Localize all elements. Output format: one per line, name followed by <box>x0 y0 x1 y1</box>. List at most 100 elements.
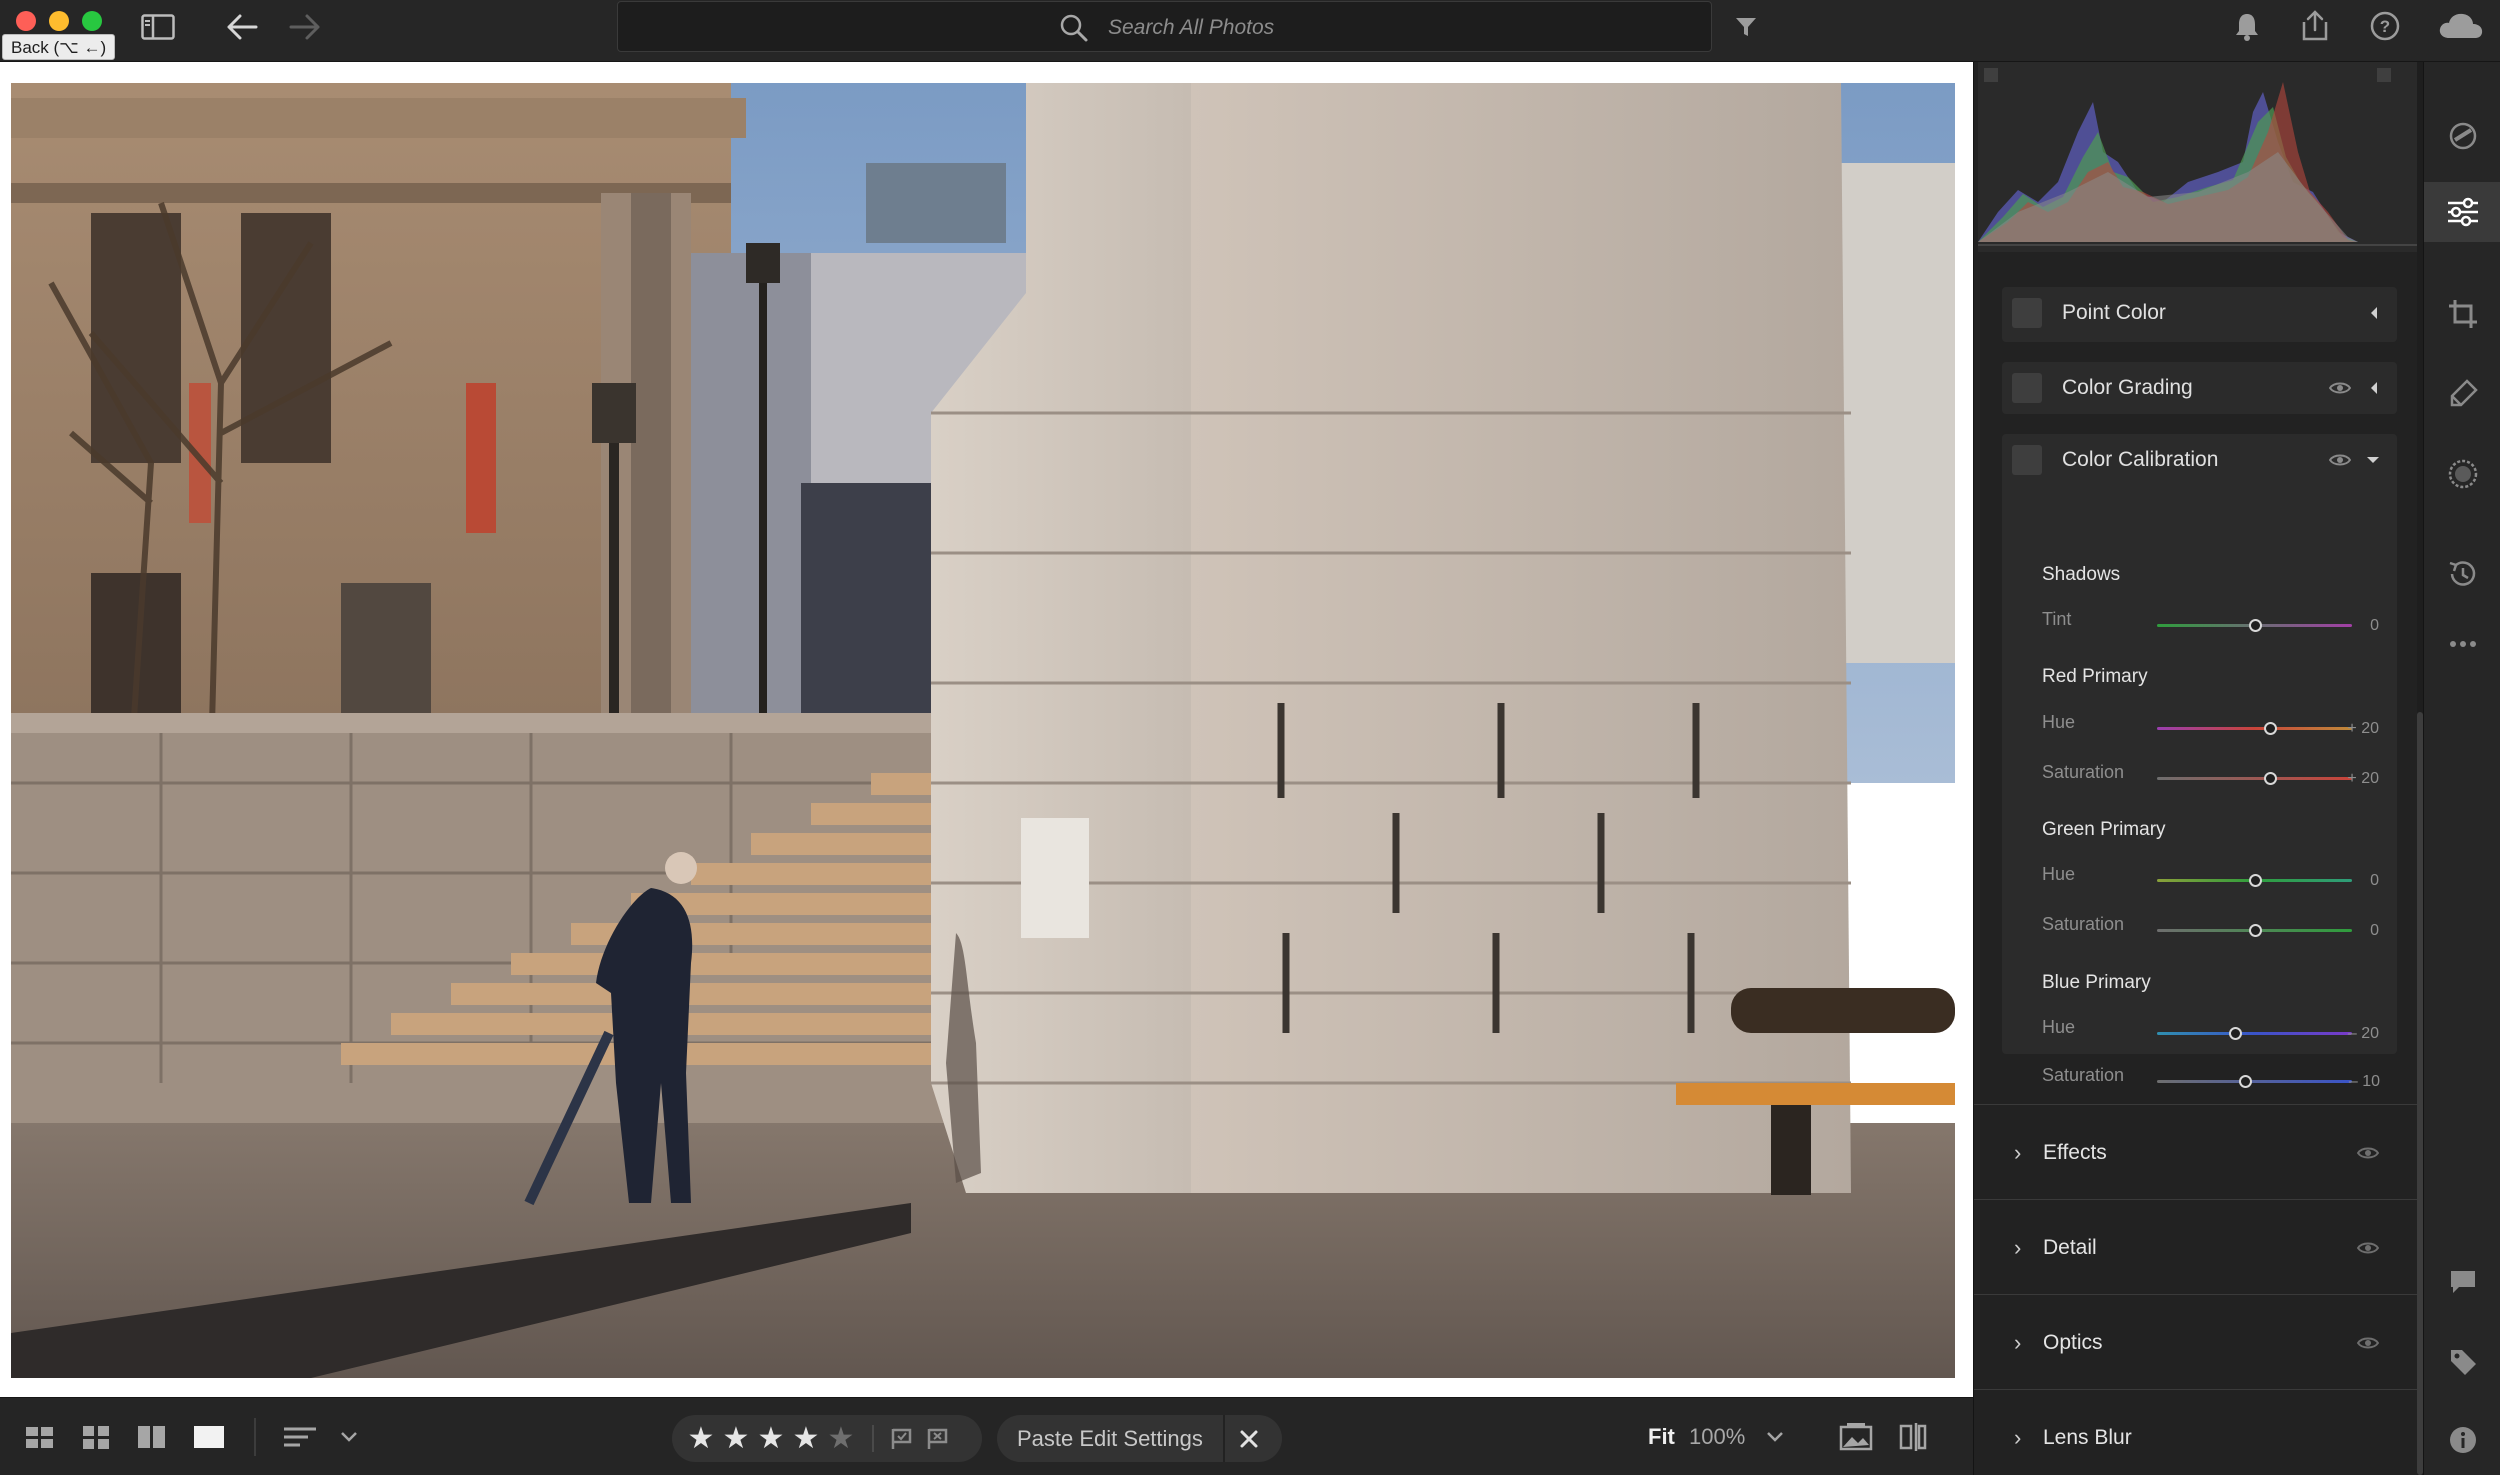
forward-arrow-icon[interactable] <box>287 10 323 44</box>
lens-blur-title: Lens Blur <box>2043 1426 2132 1449</box>
slider-knob[interactable] <box>2264 772 2278 785</box>
green-saturation-slider[interactable] <box>2157 924 2352 937</box>
fit-zoom-option[interactable]: Fit <box>1648 1398 1675 1475</box>
split-view-icon[interactable] <box>1896 1420 1930 1454</box>
zoom-chevron-down-icon[interactable] <box>1762 1426 1788 1448</box>
eye-icon[interactable] <box>2356 1143 2380 1163</box>
histogram <box>1978 62 2423 252</box>
point-color-title: Point Color <box>2062 301 2166 324</box>
point-color-section[interactable]: Point Color <box>2002 287 2397 342</box>
chevron-down-icon[interactable] <box>336 1426 362 1448</box>
red-saturation-slider[interactable] <box>2157 772 2352 785</box>
info-icon[interactable] <box>2424 1410 2500 1470</box>
eye-icon[interactable] <box>2328 450 2352 470</box>
optics-section[interactable]: › Optics <box>1974 1294 2419 1389</box>
rating-star-1[interactable]: ★ <box>686 1415 716 1462</box>
detail-section[interactable]: › Detail <box>1974 1199 2419 1294</box>
zoom-window-button[interactable] <box>82 11 102 31</box>
red-saturation-value: + 20 <box>2347 770 2379 787</box>
rating-star-5[interactable]: ★ <box>826 1415 856 1462</box>
pick-flag-icon[interactable] <box>888 1425 916 1453</box>
green-hue-label: Hue <box>2042 864 2076 884</box>
sidebar-toggle-icon[interactable] <box>140 12 176 42</box>
history-icon[interactable] <box>2424 544 2500 604</box>
rating-star-3[interactable]: ★ <box>756 1415 786 1462</box>
back-arrow-icon[interactable] <box>224 10 260 44</box>
color-calibration-header[interactable]: Color Calibration <box>2002 434 2397 486</box>
more-icon[interactable] <box>2424 614 2500 674</box>
shadows-tint-value: 0 <box>2370 617 2379 634</box>
zoom-percentage[interactable]: 100% <box>1689 1398 1745 1475</box>
edit-sliders-icon[interactable] <box>2424 182 2500 242</box>
color-calibration-icon <box>2012 445 2042 475</box>
red-hue-label: Hue <box>2042 712 2076 732</box>
minimize-window-button[interactable] <box>49 11 69 31</box>
paste-edit-settings-button[interactable]: Paste Edit Settings <box>1017 1415 1203 1462</box>
caret-left-icon[interactable] <box>2366 380 2382 396</box>
green-saturation-label: Saturation <box>2042 914 2125 934</box>
effects-section[interactable]: › Effects <box>1974 1104 2419 1199</box>
shadows-tint-slider[interactable] <box>2157 619 2352 632</box>
rating-star-2[interactable]: ★ <box>721 1415 751 1462</box>
photo-canvas <box>0 62 1973 1397</box>
comment-icon[interactable] <box>2424 1252 2500 1312</box>
eye-icon[interactable] <box>2328 378 2352 398</box>
close-icon[interactable] <box>1233 1425 1265 1453</box>
top-toolbar: Back (⌥ ←) Search All Photos ? <box>0 0 2500 62</box>
paste-edit-settings-pill: Paste Edit Settings <box>997 1415 1282 1462</box>
detail-view-icon[interactable] <box>192 1424 226 1450</box>
green-saturation-value: 0 <box>2370 922 2379 939</box>
tool-strip <box>2423 62 2500 1475</box>
chevron-right-icon: › <box>2014 1425 2022 1450</box>
slider-knob[interactable] <box>2238 1075 2252 1088</box>
reject-flag-icon[interactable] <box>924 1425 952 1453</box>
eye-icon[interactable] <box>2356 1333 2380 1353</box>
lens-blur-section[interactable]: › Lens Blur <box>1974 1389 2419 1475</box>
eye-icon[interactable] <box>2356 1238 2380 1258</box>
caret-down-icon[interactable] <box>2364 452 2382 468</box>
color-grading-header[interactable]: Color Grading <box>2002 362 2397 414</box>
blue-saturation-slider[interactable] <box>2157 1075 2352 1088</box>
presets-icon[interactable] <box>2424 106 2500 166</box>
cloud-icon[interactable] <box>2436 10 2486 42</box>
edit-panel: Point Color Color Grading Color Calibrat… <box>1973 62 2423 1475</box>
blue-hue-slider[interactable] <box>2157 1027 2352 1040</box>
detail-title: Detail <box>2043 1236 2097 1259</box>
search-icon <box>1058 12 1090 44</box>
edited-photo[interactable] <box>11 83 1955 1378</box>
square-grid-view-icon[interactable] <box>80 1424 112 1450</box>
share-icon[interactable] <box>2298 8 2332 44</box>
slider-knob[interactable] <box>2248 619 2262 632</box>
rating-star-4[interactable]: ★ <box>791 1415 821 1462</box>
crop-icon[interactable] <box>2424 284 2500 344</box>
photo-grid-view-icon[interactable] <box>24 1424 56 1450</box>
sort-icon[interactable] <box>280 1422 320 1452</box>
slider-knob[interactable] <box>2248 874 2262 887</box>
close-window-button[interactable] <box>16 11 36 31</box>
caret-left-icon[interactable] <box>2366 305 2382 321</box>
slider-knob[interactable] <box>2248 924 2262 937</box>
filter-icon[interactable] <box>1732 12 1760 42</box>
blue-saturation-value: – 10 <box>2348 1073 2380 1090</box>
healing-icon[interactable] <box>2424 364 2500 424</box>
optics-title: Optics <box>2043 1331 2103 1354</box>
blue-saturation-label: Saturation <box>2042 1065 2125 1085</box>
shadows-tint-label: Tint <box>2042 609 2072 629</box>
point-color-header[interactable]: Point Color <box>2002 287 2397 339</box>
red-hue-value: + 20 <box>2347 720 2379 737</box>
search-field[interactable]: Search All Photos <box>617 1 1712 52</box>
color-grading-section[interactable]: Color Grading <box>2002 362 2397 414</box>
slider-knob[interactable] <box>2264 722 2278 735</box>
tag-icon[interactable] <box>2424 1332 2500 1392</box>
before-after-icon[interactable] <box>1838 1420 1874 1454</box>
masking-icon[interactable] <box>2424 444 2500 504</box>
slider-knob[interactable] <box>2229 1027 2242 1040</box>
blue-primary-title: Blue Primary <box>2042 972 2151 993</box>
red-hue-slider[interactable] <box>2157 722 2352 735</box>
chevron-right-icon: › <box>2014 1235 2022 1260</box>
green-hue-slider[interactable] <box>2157 874 2352 887</box>
compare-view-icon[interactable] <box>136 1424 168 1450</box>
bell-icon[interactable] <box>2230 10 2264 44</box>
help-icon[interactable]: ? <box>2368 9 2402 43</box>
toolbar-divider <box>254 1418 256 1456</box>
